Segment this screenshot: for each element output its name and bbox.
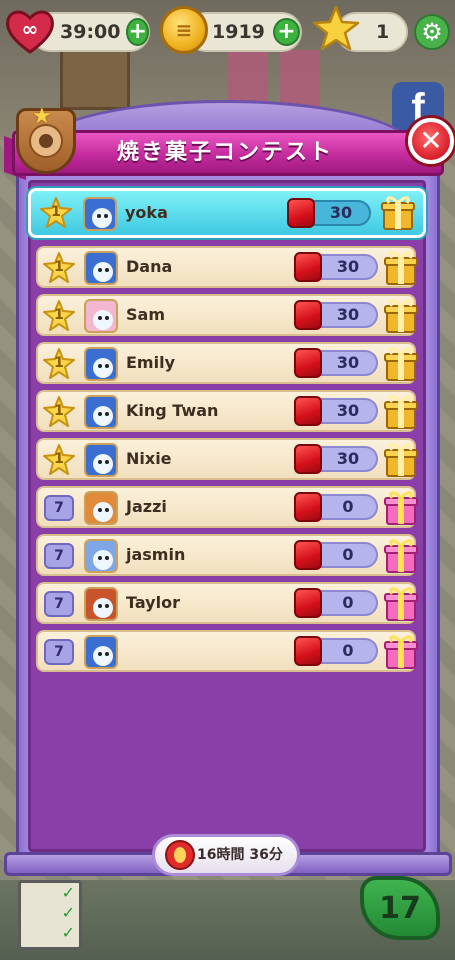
rank-number: 7: [44, 495, 74, 521]
score-display: 30: [287, 198, 371, 228]
player-name: Dana: [126, 257, 173, 276]
rank-star-icon: 1: [42, 348, 76, 380]
gold-gift-icon: [384, 347, 418, 381]
score-display: 30: [294, 396, 378, 426]
gold-gift-icon: [384, 299, 418, 333]
leaderboard-row[interactable]: 1 Nixie 30: [36, 438, 418, 480]
dialog-title: 焼き菓子コンテスト: [116, 140, 333, 165]
red-cube-icon: [294, 492, 322, 522]
player-avatar[interactable]: [84, 587, 118, 621]
score-display: 0: [294, 540, 378, 570]
svg-text:∞: ∞: [22, 17, 39, 41]
clock-icon: [165, 840, 195, 870]
leaderboard-row[interactable]: 7 0: [36, 630, 418, 672]
lives-timer: 39:00: [60, 21, 121, 43]
player-name: Emily: [126, 353, 175, 372]
red-cube-icon: [294, 540, 322, 570]
player-name: Nixie: [126, 449, 172, 468]
rank-number: 1: [54, 403, 64, 419]
leaderboard-row-me[interactable]: 1 yoka 30: [28, 188, 426, 238]
stars-count: 1: [376, 21, 390, 43]
rank-number: 1: [54, 451, 64, 467]
score-display: 30: [294, 252, 378, 282]
pink-gift-icon: [384, 587, 418, 621]
player-name: jasmin: [126, 545, 186, 564]
leaderboard-row[interactable]: 1 Dana 30: [36, 246, 418, 288]
rank-number: 7: [44, 543, 74, 569]
leaderboard-row[interactable]: 1 King Twan 30: [36, 390, 418, 432]
badge-star-icon: ★: [32, 104, 52, 129]
red-cube-icon: [294, 444, 322, 474]
star-icon: [312, 5, 360, 51]
player-name: yoka: [125, 203, 168, 222]
rank-number: 1: [54, 307, 64, 323]
red-cube-icon: [294, 300, 322, 330]
pink-gift-icon: [384, 635, 418, 669]
player-avatar[interactable]: [84, 395, 118, 429]
player-name: Jazzi: [126, 497, 167, 516]
player-avatar[interactable]: [84, 347, 118, 381]
player-avatar[interactable]: [83, 197, 117, 231]
rank-star-icon: 1: [42, 252, 76, 284]
level-number: 17: [379, 890, 421, 926]
rank-star-icon: 1: [42, 396, 76, 428]
add-lives-button[interactable]: +: [126, 18, 149, 46]
player-avatar[interactable]: [84, 491, 118, 525]
player-avatar[interactable]: [84, 539, 118, 573]
leaderboard-row[interactable]: 1 Emily 30: [36, 342, 418, 384]
leaderboard-row[interactable]: 7 Taylor 0: [36, 582, 418, 624]
score-display: 0: [294, 588, 378, 618]
settings-gear-icon[interactable]: ⚙: [414, 14, 450, 50]
score-display: 30: [294, 300, 378, 330]
gold-gift-icon: [384, 395, 418, 429]
rank-star-icon: 1: [42, 300, 76, 332]
player-avatar[interactable]: [84, 443, 118, 477]
red-cube-icon: [294, 636, 322, 666]
red-cube-icon: [294, 588, 322, 618]
heart-icon: ∞: [6, 10, 54, 54]
rank-number: 7: [44, 639, 74, 665]
red-cube-icon: [294, 252, 322, 282]
leaderboard-row[interactable]: 7 Jazzi 0: [36, 486, 418, 528]
timer-text: 16時間 36分: [197, 847, 283, 863]
score-display: 0: [294, 492, 378, 522]
score-display: 30: [294, 348, 378, 378]
red-cube-icon: [287, 198, 315, 228]
player-name: Taylor: [126, 593, 180, 612]
rank-number: 1: [51, 204, 61, 220]
pink-gift-icon: [384, 539, 418, 573]
gold-gift-icon: [384, 443, 418, 477]
contest-timer: 16時間 36分: [152, 834, 300, 876]
player-name: Sam: [126, 305, 165, 324]
rank-number: 7: [44, 591, 74, 617]
close-button[interactable]: ✕: [408, 118, 454, 164]
player-avatar[interactable]: [84, 299, 118, 333]
red-cube-icon: [294, 396, 322, 426]
rank-star-icon: 1: [42, 444, 76, 476]
red-cube-icon: [294, 348, 322, 378]
player-avatar[interactable]: [84, 251, 118, 285]
checklist-icon[interactable]: ✓ ✓ ✓: [18, 880, 82, 950]
leaderboard-row[interactable]: 1 Sam 30: [36, 294, 418, 336]
player-name: King Twan: [126, 401, 219, 420]
pink-gift-icon: [384, 491, 418, 525]
gold-gift-icon: [381, 196, 415, 230]
score-display: 30: [294, 444, 378, 474]
coin-icon: ≡: [160, 6, 208, 54]
add-coins-button[interactable]: +: [272, 18, 300, 46]
rank-star-icon: 1: [39, 197, 73, 229]
gold-gift-icon: [384, 251, 418, 285]
score-display: 0: [294, 636, 378, 666]
coins-count: 1919: [212, 21, 265, 43]
rank-number: 1: [54, 259, 64, 275]
rank-number: 1: [54, 355, 64, 371]
player-avatar[interactable]: [84, 635, 118, 669]
leaderboard-row[interactable]: 7 jasmin 0: [36, 534, 418, 576]
